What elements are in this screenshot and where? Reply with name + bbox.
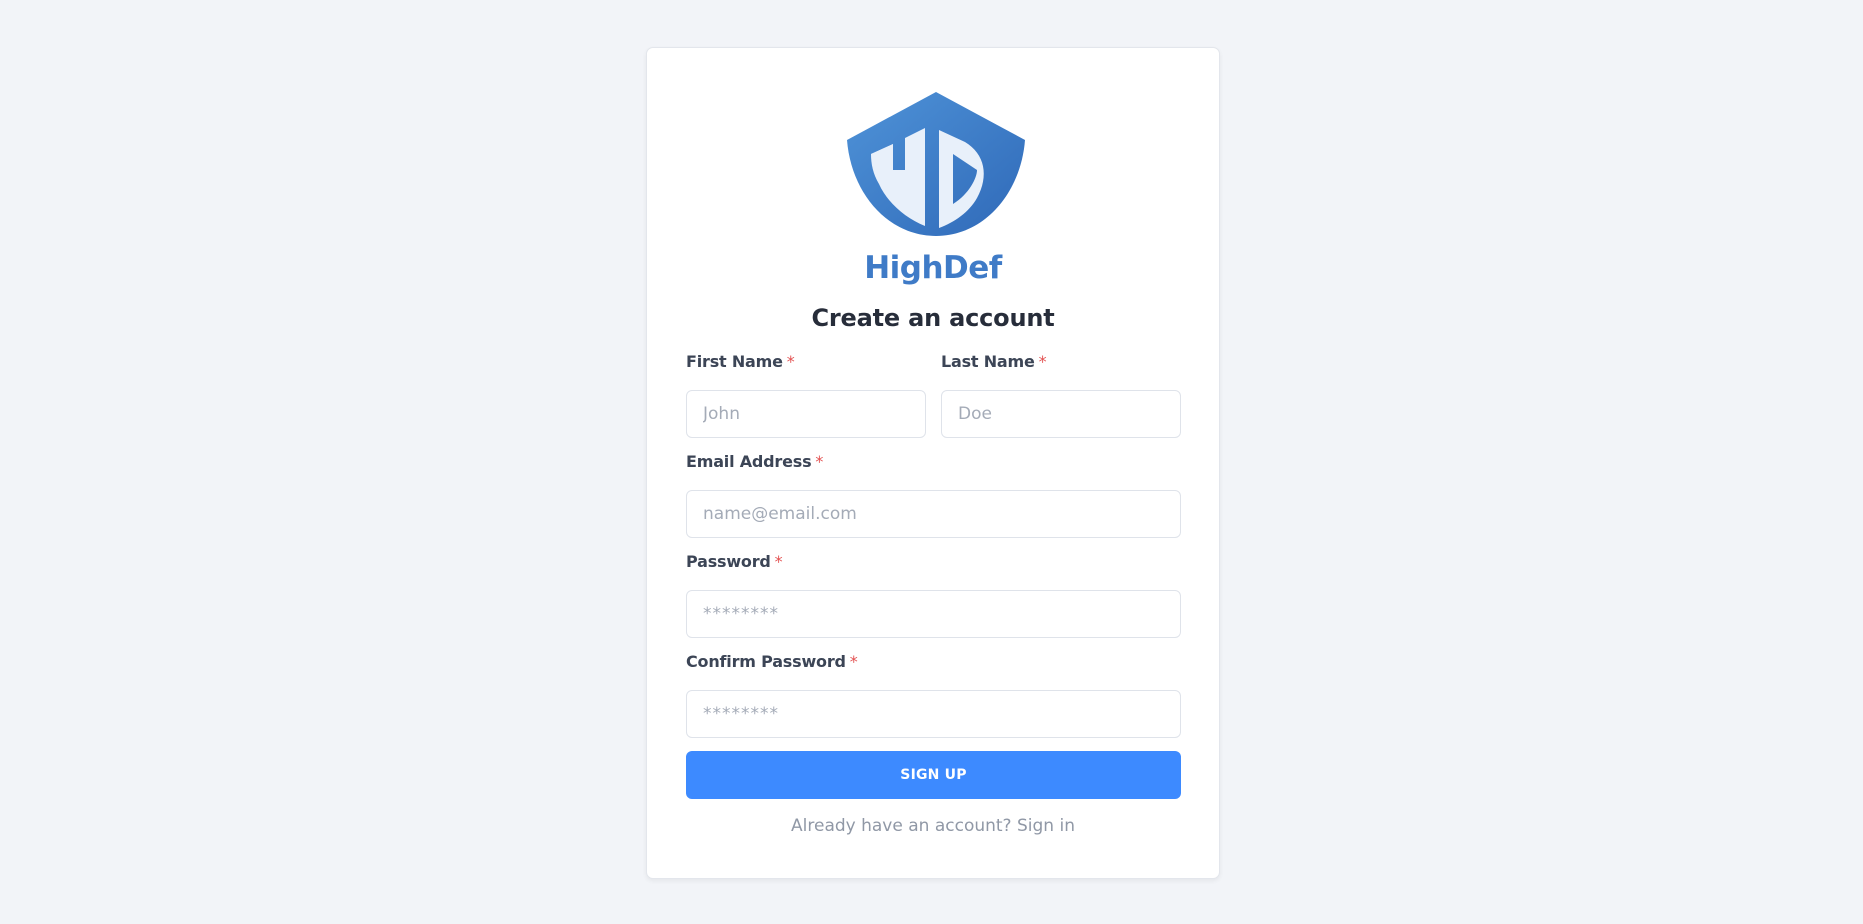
sign-in-link[interactable]: Sign in	[1017, 816, 1075, 836]
sign-up-button[interactable]: SIGN UP	[686, 751, 1181, 799]
sign-in-prompt: Already have an account? Sign in	[647, 816, 1219, 836]
brand-name: HighDef	[864, 250, 1002, 286]
sign-in-question: Already have an account?	[791, 816, 1012, 836]
password-field: Password *	[686, 552, 1181, 638]
confirm-password-field: Confirm Password *	[686, 652, 1181, 738]
required-marker: *	[774, 552, 783, 571]
signup-card: HighDef Create an account First Name* La…	[646, 47, 1220, 879]
page-title: Create an account	[811, 304, 1055, 332]
first-name-label: First Name *	[686, 352, 795, 371]
last-name-input[interactable]	[941, 390, 1181, 438]
email-input[interactable]	[686, 490, 1181, 538]
confirm-password-input[interactable]	[686, 690, 1181, 738]
shield-icon	[847, 92, 1025, 236]
password-label: Password *	[686, 552, 783, 571]
email-label: Email Address *	[686, 452, 824, 471]
required-marker: *	[786, 352, 795, 371]
last-name-label: Last Name *	[941, 352, 1047, 371]
required-marker: *	[815, 452, 824, 471]
first-name-input[interactable]	[686, 390, 926, 438]
password-input[interactable]	[686, 590, 1181, 638]
last-name-field: Last Name *	[941, 352, 1181, 438]
first-name-field: First Name *	[686, 352, 926, 438]
confirm-password-label: Confirm Password *	[686, 652, 858, 671]
required-marker: *	[1038, 352, 1047, 371]
required-marker: *	[849, 652, 858, 671]
email-field: Email Address *	[686, 452, 1181, 538]
